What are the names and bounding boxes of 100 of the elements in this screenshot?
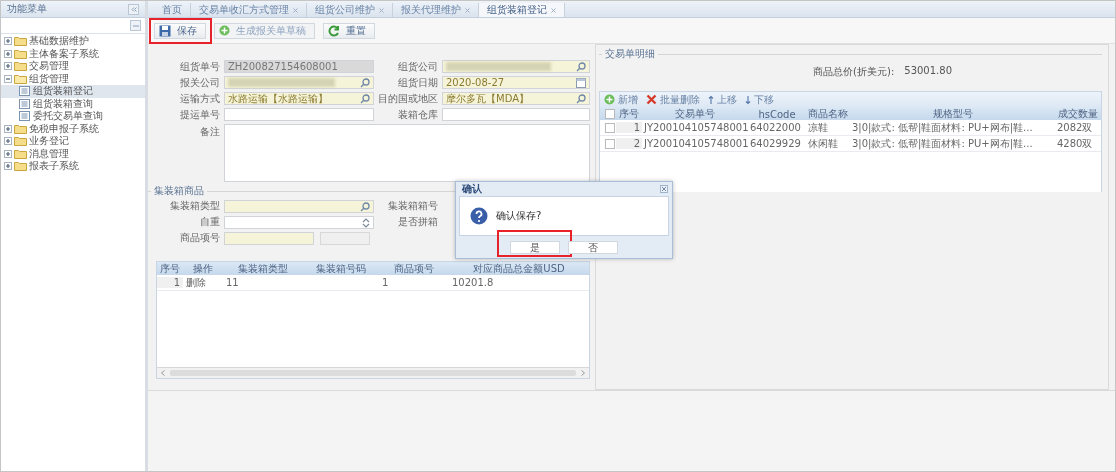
tab[interactable]: 组货装箱登记 [479, 3, 565, 17]
spinner-arrows-icon[interactable] [362, 216, 370, 229]
tab[interactable]: 交易单收汇方式管理 [191, 3, 307, 17]
input-field[interactable] [224, 108, 374, 121]
close-icon[interactable] [465, 7, 470, 13]
tree-item[interactable]: 交易管理 [29, 60, 69, 73]
table-cell-text: 64022000 [749, 122, 802, 133]
field-label: 报关公司 [179, 76, 221, 89]
input-field[interactable] [224, 232, 314, 245]
close-icon[interactable] [660, 185, 668, 193]
tree-item[interactable]: 组货装箱查询 [33, 97, 93, 110]
plus-box-icon[interactable] [4, 124, 12, 133]
field-label: 组货公司 [397, 60, 439, 73]
plus-box-icon[interactable] [4, 37, 12, 46]
question-icon [470, 207, 488, 225]
checkbox[interactable] [605, 109, 615, 119]
search-icon[interactable] [360, 201, 370, 212]
search-icon[interactable] [360, 93, 370, 104]
grid-action-button[interactable]: 批量删除 [646, 92, 700, 107]
input-field[interactable] [442, 108, 590, 121]
row-number: 1 [157, 277, 183, 288]
tree-item[interactable]: 组货管理 [29, 72, 69, 85]
grid-action-button[interactable]: 下移 [745, 92, 774, 107]
delete-link[interactable]: 删除 [183, 275, 223, 290]
input-field[interactable]: 摩尔多瓦【MDA】 [442, 92, 590, 105]
dialog-title: 确认 [462, 182, 482, 196]
collapse-button[interactable] [128, 3, 139, 15]
tab[interactable]: 首页 [154, 3, 191, 17]
collapse-all-button[interactable] [130, 20, 141, 31]
close-icon[interactable] [293, 7, 298, 13]
dialog-button[interactable]: 否 [568, 241, 618, 254]
column-header[interactable]: 操作 [183, 262, 223, 276]
toolbar-button[interactable]: 重置 [323, 22, 375, 39]
tree-item[interactable]: 报表子系统 [29, 160, 79, 173]
tree-item[interactable]: 基础数据维护 [29, 35, 89, 48]
tree-item[interactable]: 免税申报子系统 [29, 122, 99, 135]
dialog-button[interactable]: 是 [510, 241, 560, 254]
field-label: 集装箱箱号 [387, 200, 439, 213]
field-label: 是否拼箱 [397, 216, 439, 229]
folder-icon [14, 36, 27, 47]
folder-icon [14, 161, 27, 172]
column-header[interactable]: hsCode [748, 108, 806, 120]
table-cell: JY200104105748001 [642, 138, 748, 149]
field-label: 提运单号 [179, 108, 221, 121]
column-header[interactable]: 集装箱号码 [303, 262, 379, 276]
grid-action-button[interactable]: 上移 [708, 92, 737, 107]
document-icon [19, 98, 30, 109]
sidebar-title: 功能菜单 [7, 2, 47, 16]
add-icon [219, 25, 230, 36]
column-header[interactable]: 对应商品总金额USD [449, 262, 589, 276]
tree-item[interactable]: 委托交易单查询 [33, 110, 103, 123]
checkbox[interactable] [605, 138, 615, 149]
tree-item[interactable]: 消息管理 [29, 147, 69, 160]
column-header[interactable]: 交易单号 [642, 107, 748, 121]
toolbar-button[interactable]: 保存 [154, 22, 206, 39]
plus-box-icon[interactable] [4, 137, 12, 146]
column-header[interactable]: 集装箱类型 [223, 262, 303, 276]
refresh-icon [328, 24, 340, 37]
text-area[interactable] [224, 124, 590, 182]
input-field[interactable]: 2020-08-27 [442, 76, 590, 89]
document-icon [19, 86, 30, 97]
minus-box-icon[interactable] [4, 74, 12, 83]
folder-icon [14, 123, 27, 134]
field-label: 组货单号 [179, 60, 221, 73]
column-header[interactable]: 序号 [616, 107, 642, 121]
column-header[interactable]: 商品项号 [379, 262, 449, 276]
input-field[interactable]: ZH200827154608001 [224, 60, 374, 73]
field-label: 装箱仓库 [397, 108, 439, 121]
column-header[interactable]: 序号 [157, 262, 183, 276]
grid-action-button[interactable]: 新增 [604, 92, 638, 107]
tree-item[interactable]: 主体备案子系统 [29, 47, 99, 60]
tab[interactable]: 组货公司维护 [307, 3, 393, 17]
column-header[interactable]: 规格型号 [850, 107, 1055, 121]
table-cell-text: 11 [225, 277, 240, 288]
plus-box-icon[interactable] [4, 62, 12, 71]
column-header[interactable]: 商品名称 [806, 107, 850, 121]
table-cell-text: 4280双 [1056, 136, 1094, 151]
add-icon [604, 94, 615, 105]
search-icon[interactable] [576, 61, 586, 72]
close-icon[interactable] [551, 7, 556, 13]
folder-icon [14, 148, 27, 159]
input-field[interactable] [224, 200, 374, 213]
column-header[interactable]: 成交数量 [1055, 107, 1101, 121]
plus-box-icon[interactable] [4, 49, 12, 58]
input-field[interactable] [224, 76, 374, 89]
close-icon[interactable] [379, 7, 384, 13]
up-arrow-icon [708, 94, 714, 105]
search-icon[interactable] [576, 93, 586, 104]
input-field[interactable] [442, 60, 590, 73]
checkbox[interactable] [605, 122, 615, 133]
search-icon[interactable] [360, 77, 370, 88]
horizontal-scrollbar[interactable] [157, 367, 589, 378]
table-cell-text: 1 [381, 277, 390, 288]
plus-box-icon[interactable] [4, 149, 12, 158]
calendar-icon[interactable] [576, 77, 586, 88]
field-label: 目的国或地区 [377, 92, 439, 105]
input-field[interactable]: 水路运输【水路运输】 [224, 92, 374, 105]
input-field[interactable] [224, 216, 374, 229]
plus-box-icon[interactable] [4, 162, 12, 171]
tree-item[interactable]: 业务登记 [29, 135, 69, 148]
